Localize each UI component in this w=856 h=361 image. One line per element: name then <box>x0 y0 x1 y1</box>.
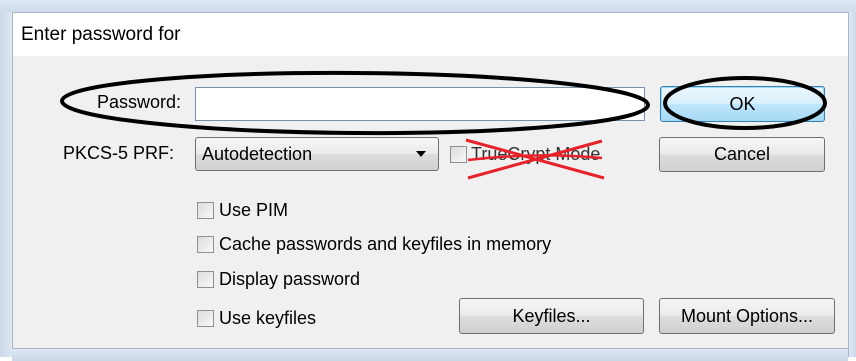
use-pim-label: Use PIM <box>219 200 289 220</box>
truecrypt-mode-label: TrueCrypt Mode <box>471 144 601 164</box>
cache-passwords-label: Cache passwords and keyfiles in memory <box>219 234 552 254</box>
cancel-button[interactable]: Cancel <box>659 137 825 172</box>
use-pim-checkbox[interactable] <box>197 202 214 219</box>
password-label: Password: <box>97 92 182 112</box>
keyfiles-button[interactable]: Keyfiles... <box>459 298 644 334</box>
dialog-title-bar: Enter password for <box>13 13 848 56</box>
prf-selected-value: Autodetection <box>202 144 313 164</box>
chevron-down-icon <box>416 151 426 157</box>
window-frame-top <box>0 0 856 13</box>
window-frame-bottom <box>12 348 848 361</box>
use-keyfiles-label: Use keyfiles <box>219 308 317 328</box>
window-frame-right <box>848 12 856 357</box>
cache-passwords-checkbox[interactable] <box>197 236 214 253</box>
dialog-title: Enter password for <box>21 24 181 45</box>
display-password-label: Display password <box>219 269 361 289</box>
prf-select[interactable]: Autodetection <box>195 137 439 171</box>
ok-button[interactable]: OK <box>660 86 825 122</box>
display-password-checkbox[interactable] <box>197 271 214 288</box>
window-frame-left <box>0 12 13 357</box>
truecrypt-mode-checkbox[interactable] <box>450 146 467 163</box>
mount-options-button[interactable]: Mount Options... <box>659 298 835 334</box>
prf-label: PKCS-5 PRF: <box>63 143 175 163</box>
use-keyfiles-checkbox[interactable] <box>197 310 214 327</box>
password-input[interactable] <box>195 87 645 121</box>
